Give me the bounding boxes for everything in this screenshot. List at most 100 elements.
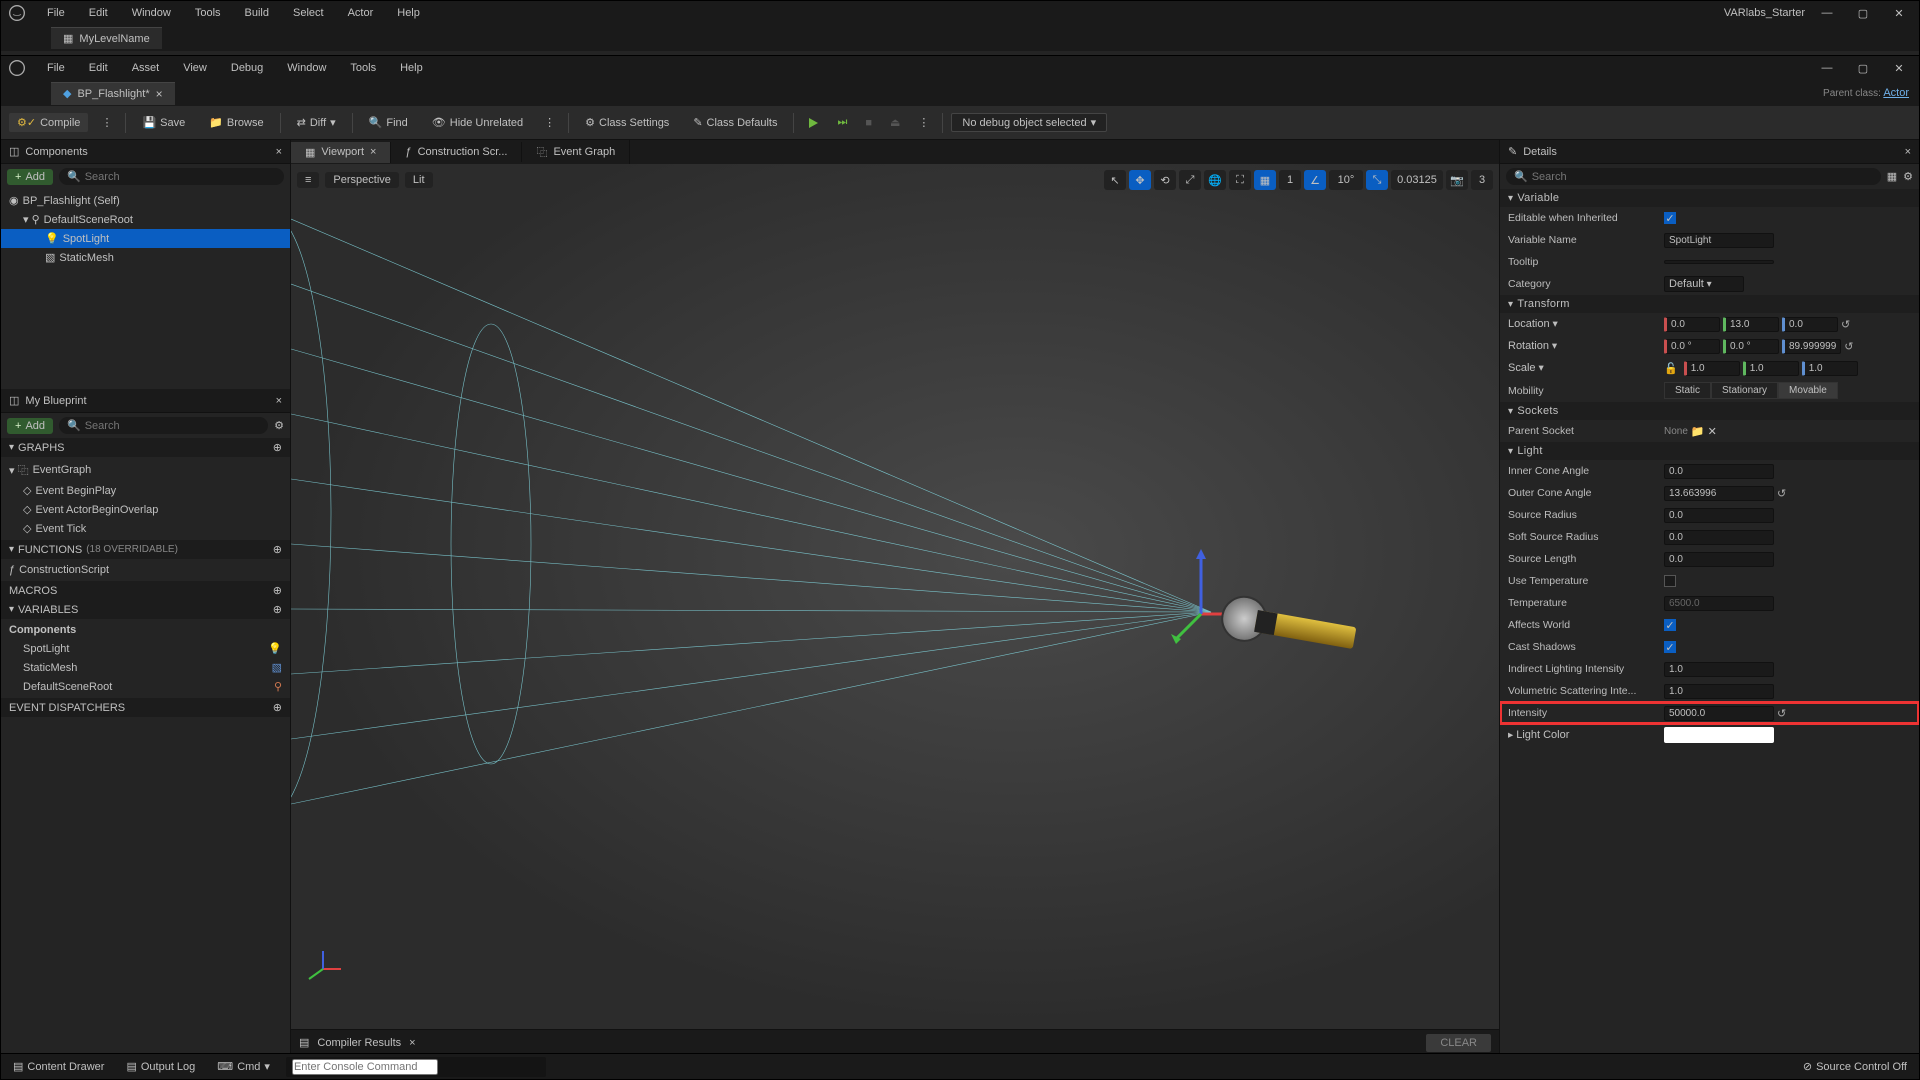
affects-world-checkbox[interactable]: ✓ <box>1664 619 1676 631</box>
temp-input[interactable]: 6500.0 <box>1664 596 1774 611</box>
menu-actor[interactable]: Actor <box>338 5 384 21</box>
eventgraph-tab[interactable]: ⿻ Event Graph <box>522 140 630 164</box>
class-settings-button[interactable]: ⚙ Class Settings <box>577 113 677 132</box>
cmd-dropdown[interactable]: ⌨ Cmd ▾ <box>211 1058 276 1075</box>
browse-button[interactable]: 📁 Browse <box>201 113 271 132</box>
soft-source-input[interactable]: 0.0 <box>1664 530 1774 545</box>
viewport-tab[interactable]: ▦ Viewport × <box>291 142 391 163</box>
rotation-y-input[interactable]: 0.0 ° <box>1723 339 1779 354</box>
location-x-input[interactable]: 0.0 <box>1664 317 1720 332</box>
menu-help[interactable]: Help <box>390 60 433 76</box>
tree-staticmesh[interactable]: ▧ StaticMesh <box>1 248 290 267</box>
add-icon[interactable]: ⊕ <box>273 543 282 556</box>
dispatchers-category[interactable]: EVENT DISPATCHERS⊕ <box>1 698 290 717</box>
add-icon[interactable]: ⊕ <box>273 603 282 616</box>
tree-root[interactable]: ◉ BP_Flashlight (Self) <box>1 191 290 210</box>
event-node[interactable]: ◇ Event Tick <box>1 519 290 538</box>
mobility-static[interactable]: Static <box>1664 382 1711 399</box>
close-icon[interactable]: × <box>156 87 163 101</box>
step-button[interactable]: ⏭ <box>832 113 852 132</box>
macros-category[interactable]: MACROS⊕ <box>1 581 290 600</box>
close-icon[interactable]: × <box>1905 146 1911 158</box>
menu-file[interactable]: File <box>37 5 75 21</box>
output-log-button[interactable]: ▤ Output Log <box>120 1058 201 1075</box>
menu-tools[interactable]: Tools <box>340 60 386 76</box>
maximize-button[interactable]: ▢ <box>1849 3 1877 23</box>
construction-tab[interactable]: ƒ Construction Scr... <box>391 142 522 162</box>
scale-y-input[interactable]: 1.0 <box>1743 361 1799 376</box>
content-drawer-button[interactable]: ▤ Content Drawer <box>7 1058 110 1075</box>
scale-z-input[interactable]: 1.0 <box>1802 361 1858 376</box>
browse-icon[interactable]: 📁 <box>1691 425 1705 438</box>
class-defaults-button[interactable]: ✎ Class Defaults <box>685 113 785 132</box>
gear-icon[interactable]: ⚙ <box>1903 170 1913 183</box>
debug-object-selector[interactable]: No debug object selected ▾ <box>951 113 1107 132</box>
light-color-swatch[interactable] <box>1664 727 1774 743</box>
reset-icon[interactable]: ↺ <box>1777 707 1791 720</box>
variables-category[interactable]: ▾ VARIABLES⊕ <box>1 600 290 619</box>
minimize-button[interactable]: — <box>1813 58 1841 78</box>
section-light[interactable]: ▾ Light <box>1500 442 1919 460</box>
intensity-input[interactable]: 50000.0 <box>1664 706 1774 721</box>
cast-shadows-checkbox[interactable]: ✓ <box>1664 641 1676 653</box>
event-node[interactable]: ◇ Event ActorBeginOverlap <box>1 500 290 519</box>
editable-checkbox[interactable]: ✓ <box>1664 212 1676 224</box>
source-length-input[interactable]: 0.0 <box>1664 552 1774 567</box>
play-button[interactable] <box>802 114 824 132</box>
menu-window[interactable]: Window <box>122 5 181 21</box>
lock-icon[interactable]: 🔓 <box>1664 362 1678 375</box>
compile-button[interactable]: ⚙✓Compile <box>9 113 88 132</box>
blueprint-tab[interactable]: ◆ BP_Flashlight* × <box>51 82 175 105</box>
mobility-movable[interactable]: Movable <box>1778 382 1838 399</box>
find-button[interactable]: 🔍 Find <box>361 113 416 132</box>
clear-button[interactable]: CLEAR <box>1426 1034 1491 1052</box>
event-node[interactable]: ◇ Event BeginPlay <box>1 481 290 500</box>
play-options-button[interactable]: ⋮ <box>913 113 934 132</box>
section-transform[interactable]: ▾ Transform <box>1500 295 1919 313</box>
scale-x-input[interactable]: 1.0 <box>1684 361 1740 376</box>
graphs-category[interactable]: ▾ GRAPHS⊕ <box>1 438 290 457</box>
var-spotlight[interactable]: SpotLight💡 <box>1 639 290 658</box>
close-button[interactable]: ✕ <box>1885 58 1913 78</box>
bp-search-input[interactable] <box>85 420 260 432</box>
tree-scene-root[interactable]: ▾ ⚲ DefaultSceneRoot <box>1 210 290 229</box>
viewport-3d[interactable]: ≡ Perspective Lit ↖ ✥ ⟲ ⤢ 🌐 ⛶ ▦ 1 ∠ 10° <box>291 164 1499 1029</box>
hide-unrelated-button[interactable]: 👁 Hide Unrelated <box>424 113 531 132</box>
add-icon[interactable]: ⊕ <box>273 441 282 454</box>
eject-button[interactable]: ⏏ <box>885 113 905 132</box>
source-radius-input[interactable]: 0.0 <box>1664 508 1774 523</box>
gear-icon[interactable]: ⚙ <box>274 419 284 432</box>
location-z-input[interactable]: 0.0 <box>1782 317 1838 332</box>
parent-class-link[interactable]: Actor <box>1883 87 1909 99</box>
myblueprint-panel-tab[interactable]: ◫ My Blueprint × <box>1 389 290 413</box>
compile-options-button[interactable]: ⋮ <box>96 113 117 132</box>
components-search-input[interactable] <box>85 171 276 183</box>
menu-select[interactable]: Select <box>283 5 334 21</box>
minimize-button[interactable]: — <box>1813 3 1841 23</box>
close-icon[interactable]: × <box>276 146 282 158</box>
close-icon[interactable]: × <box>370 146 376 158</box>
details-search-input[interactable] <box>1532 171 1873 183</box>
use-temp-checkbox[interactable] <box>1664 575 1676 587</box>
hide-options-button[interactable]: ⋮ <box>539 113 560 132</box>
section-sockets[interactable]: ▾ Sockets <box>1500 402 1919 420</box>
property-matrix-icon[interactable]: ▦ <box>1887 170 1897 183</box>
maximize-button[interactable]: ▢ <box>1849 58 1877 78</box>
mobility-stationary[interactable]: Stationary <box>1711 382 1778 399</box>
save-button[interactable]: 💾 Save <box>134 113 193 132</box>
add-bp-button[interactable]: + Add <box>7 418 53 434</box>
menu-edit[interactable]: Edit <box>79 60 118 76</box>
outer-cone-input[interactable]: 13.663996 <box>1664 486 1774 501</box>
menu-window[interactable]: Window <box>277 60 336 76</box>
rotation-z-input[interactable]: 89.999999 <box>1782 339 1841 354</box>
construction-script-node[interactable]: ƒ ConstructionScript <box>1 561 290 579</box>
clear-icon[interactable]: ✕ <box>1708 425 1717 438</box>
diff-button[interactable]: ⇄ Diff ▾ <box>289 113 344 132</box>
close-button[interactable]: ✕ <box>1885 3 1913 23</box>
inner-cone-input[interactable]: 0.0 <box>1664 464 1774 479</box>
tree-spotlight[interactable]: 💡 SpotLight <box>1 229 290 248</box>
indirect-input[interactable]: 1.0 <box>1664 662 1774 677</box>
add-icon[interactable]: ⊕ <box>273 701 282 714</box>
menu-view[interactable]: View <box>173 60 217 76</box>
source-control-button[interactable]: ⊘ Source Control Off <box>1797 1058 1913 1075</box>
